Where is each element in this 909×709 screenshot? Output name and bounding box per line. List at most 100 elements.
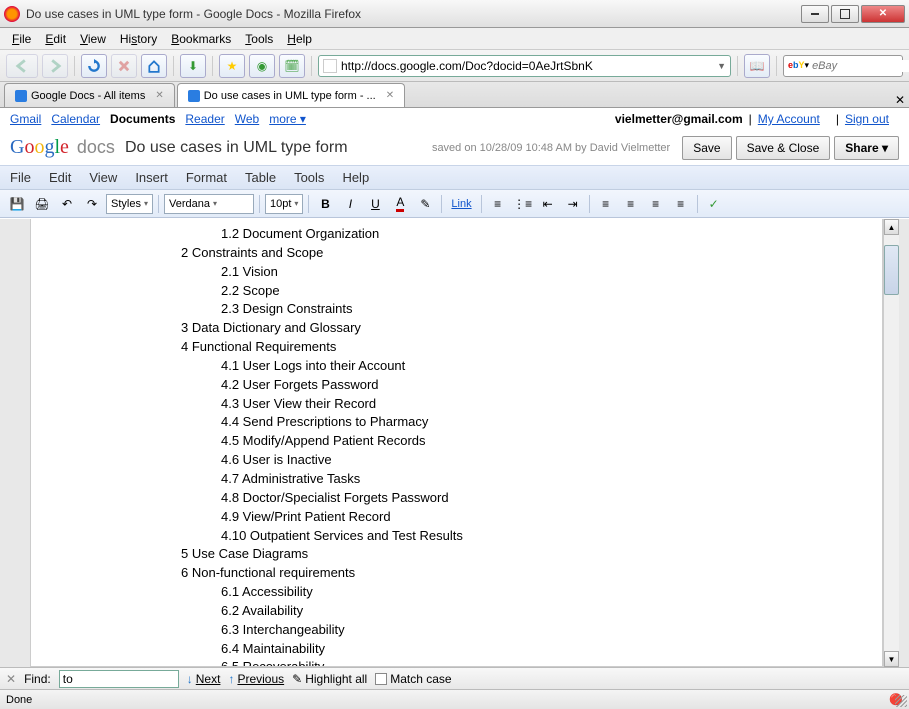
outline-item[interactable]: 4.8 Doctor/Specialist Forgets Password — [221, 489, 872, 508]
addon-icon-1[interactable]: ◉ — [249, 54, 275, 78]
close-button[interactable] — [861, 5, 905, 23]
align-left-icon[interactable]: ≡ — [595, 194, 617, 214]
docmenu-insert[interactable]: Insert — [135, 170, 168, 185]
find-prev-button[interactable]: ↑ Previous — [228, 672, 284, 686]
highlight-all-button[interactable]: ✎ Highlight all — [292, 672, 367, 686]
gbar-gmail[interactable]: Gmail — [10, 112, 41, 126]
italic-icon[interactable]: I — [339, 194, 361, 214]
print-icon[interactable]: 🖨 — [31, 194, 53, 214]
docmenu-edit[interactable]: Edit — [49, 170, 71, 185]
spellcheck-icon[interactable]: ✓ — [703, 194, 725, 214]
tab-document[interactable]: Do use cases in UML type form - ... ✕ — [177, 83, 405, 107]
outline-item[interactable]: 4.6 User is Inactive — [221, 451, 872, 470]
minimize-button[interactable] — [801, 5, 829, 23]
outline-item[interactable]: 2.1 Vision — [221, 263, 872, 282]
outline-item[interactable]: 5 Use Case Diagrams — [181, 545, 872, 564]
outline-item[interactable]: 6.3 Interchangeability — [221, 621, 872, 640]
gbar-documents[interactable]: Documents — [110, 112, 175, 126]
url-bar[interactable]: ▼ — [318, 55, 731, 77]
maximize-button[interactable] — [831, 5, 859, 23]
match-case-checkbox[interactable]: Match case — [375, 672, 451, 686]
outline-item[interactable]: 1.2 Document Organization — [221, 225, 872, 244]
save-close-button[interactable]: Save & Close — [736, 136, 831, 160]
indent-icon[interactable]: ⇥ — [562, 194, 584, 214]
outline-item[interactable]: 4.1 User Logs into their Account — [221, 357, 872, 376]
gbar-more[interactable]: more ▾ — [269, 112, 306, 126]
back-button[interactable] — [6, 54, 38, 78]
addon-icon-2[interactable]: 🗓 — [279, 54, 305, 78]
outline-item[interactable]: 2.3 Design Constraints — [221, 300, 872, 319]
align-right-icon[interactable]: ≡ — [645, 194, 667, 214]
tab-google-docs-list[interactable]: Google Docs - All items ✕ — [4, 83, 175, 107]
outline-item[interactable]: 2 Constraints and Scope — [181, 244, 872, 263]
gbar-reader[interactable]: Reader — [185, 112, 224, 126]
search-input[interactable] — [812, 60, 909, 72]
outline-item[interactable]: 4.9 View/Print Patient Record — [221, 508, 872, 527]
highlight-icon[interactable]: ✎ — [414, 194, 436, 214]
outline-item[interactable]: 4.4 Send Prescriptions to Pharmacy — [221, 413, 872, 432]
link-button[interactable]: Link — [447, 198, 475, 210]
undo-icon[interactable]: ↶ — [56, 194, 78, 214]
scroll-down-icon[interactable]: ▼ — [884, 651, 899, 667]
tab-close-icon[interactable]: ✕ — [155, 90, 163, 101]
tab-close-icon[interactable]: ✕ — [386, 90, 394, 101]
docmenu-file[interactable]: File — [10, 170, 31, 185]
search-bar[interactable]: ebY▾ 🔍 — [783, 55, 903, 77]
outline-item[interactable]: 6.2 Availability — [221, 602, 872, 621]
outline-item[interactable]: 4 Functional Requirements — [181, 338, 872, 357]
size-select[interactable]: 10pt — [265, 194, 303, 214]
docmenu-help[interactable]: Help — [342, 170, 369, 185]
menu-help[interactable]: Help — [281, 30, 318, 48]
my-account-link[interactable]: My Account — [758, 112, 820, 126]
menu-bookmarks[interactable]: Bookmarks — [165, 30, 237, 48]
scroll-up-icon[interactable]: ▲ — [884, 219, 899, 235]
forward-button[interactable] — [42, 54, 68, 78]
docmenu-view[interactable]: View — [89, 170, 117, 185]
vertical-scrollbar[interactable]: ▲ ▼ — [883, 219, 899, 667]
outline-item[interactable]: 4.10 Outpatient Services and Test Result… — [221, 527, 872, 546]
outline-item[interactable]: 4.7 Administrative Tasks — [221, 470, 872, 489]
addon-icon-3[interactable]: 📖 — [744, 54, 770, 78]
findbar-close-icon[interactable]: ✕ — [6, 672, 16, 686]
bullet-list-icon[interactable]: ⋮≡ — [512, 194, 534, 214]
outline-item[interactable]: 4.3 User View their Record — [221, 395, 872, 414]
docmenu-table[interactable]: Table — [245, 170, 276, 185]
gbar-web[interactable]: Web — [235, 112, 259, 126]
downloads-icon[interactable]: ⬇ — [180, 54, 206, 78]
align-justify-icon[interactable]: ≡ — [670, 194, 692, 214]
text-color-icon[interactable]: A — [389, 194, 411, 214]
outline-item[interactable]: 2.2 Scope — [221, 282, 872, 301]
resize-grip[interactable] — [895, 695, 907, 707]
menu-tools[interactable]: Tools — [239, 30, 279, 48]
scroll-thumb[interactable] — [884, 245, 899, 295]
doc-title[interactable]: Do use cases in UML type form — [125, 139, 348, 157]
sign-out-link[interactable]: Sign out — [845, 112, 889, 126]
search-engine-icon[interactable]: ebY▾ — [788, 60, 809, 71]
menu-edit[interactable]: Edit — [39, 30, 72, 48]
outline-item[interactable]: 6 Non-functional requirements — [181, 564, 872, 583]
docmenu-tools[interactable]: Tools — [294, 170, 324, 185]
outline-item[interactable]: 6.5 Recoverability — [221, 658, 872, 667]
stop-button[interactable] — [111, 54, 137, 78]
style-select[interactable]: Styles — [106, 194, 153, 214]
bold-icon[interactable]: B — [314, 194, 336, 214]
outdent-icon[interactable]: ⇤ — [537, 194, 559, 214]
save-button[interactable]: Save — [682, 136, 731, 160]
menu-file[interactable]: File — [6, 30, 37, 48]
menu-history[interactable]: History — [114, 30, 163, 48]
find-next-button[interactable]: ↓ Next — [187, 672, 221, 686]
numbered-list-icon[interactable]: ≡ — [487, 194, 509, 214]
outline-item[interactable]: 3 Data Dictionary and Glossary — [181, 319, 872, 338]
url-input[interactable] — [341, 59, 717, 73]
bookmark-star-icon[interactable]: ★ — [219, 54, 245, 78]
doc-content[interactable]: 1.2 Document Organization2 Constraints a… — [31, 219, 882, 667]
outline-item[interactable]: 4.2 User Forgets Password — [221, 376, 872, 395]
find-input[interactable] — [59, 670, 179, 688]
gbar-calendar[interactable]: Calendar — [51, 112, 100, 126]
outline-item[interactable]: 6.1 Accessibility — [221, 583, 872, 602]
redo-icon[interactable]: ↷ — [81, 194, 103, 214]
tabstrip-close-icon[interactable]: ✕ — [895, 93, 905, 107]
outline-item[interactable]: 4.5 Modify/Append Patient Records — [221, 432, 872, 451]
underline-icon[interactable]: U — [364, 194, 386, 214]
save-icon[interactable]: 💾 — [6, 194, 28, 214]
